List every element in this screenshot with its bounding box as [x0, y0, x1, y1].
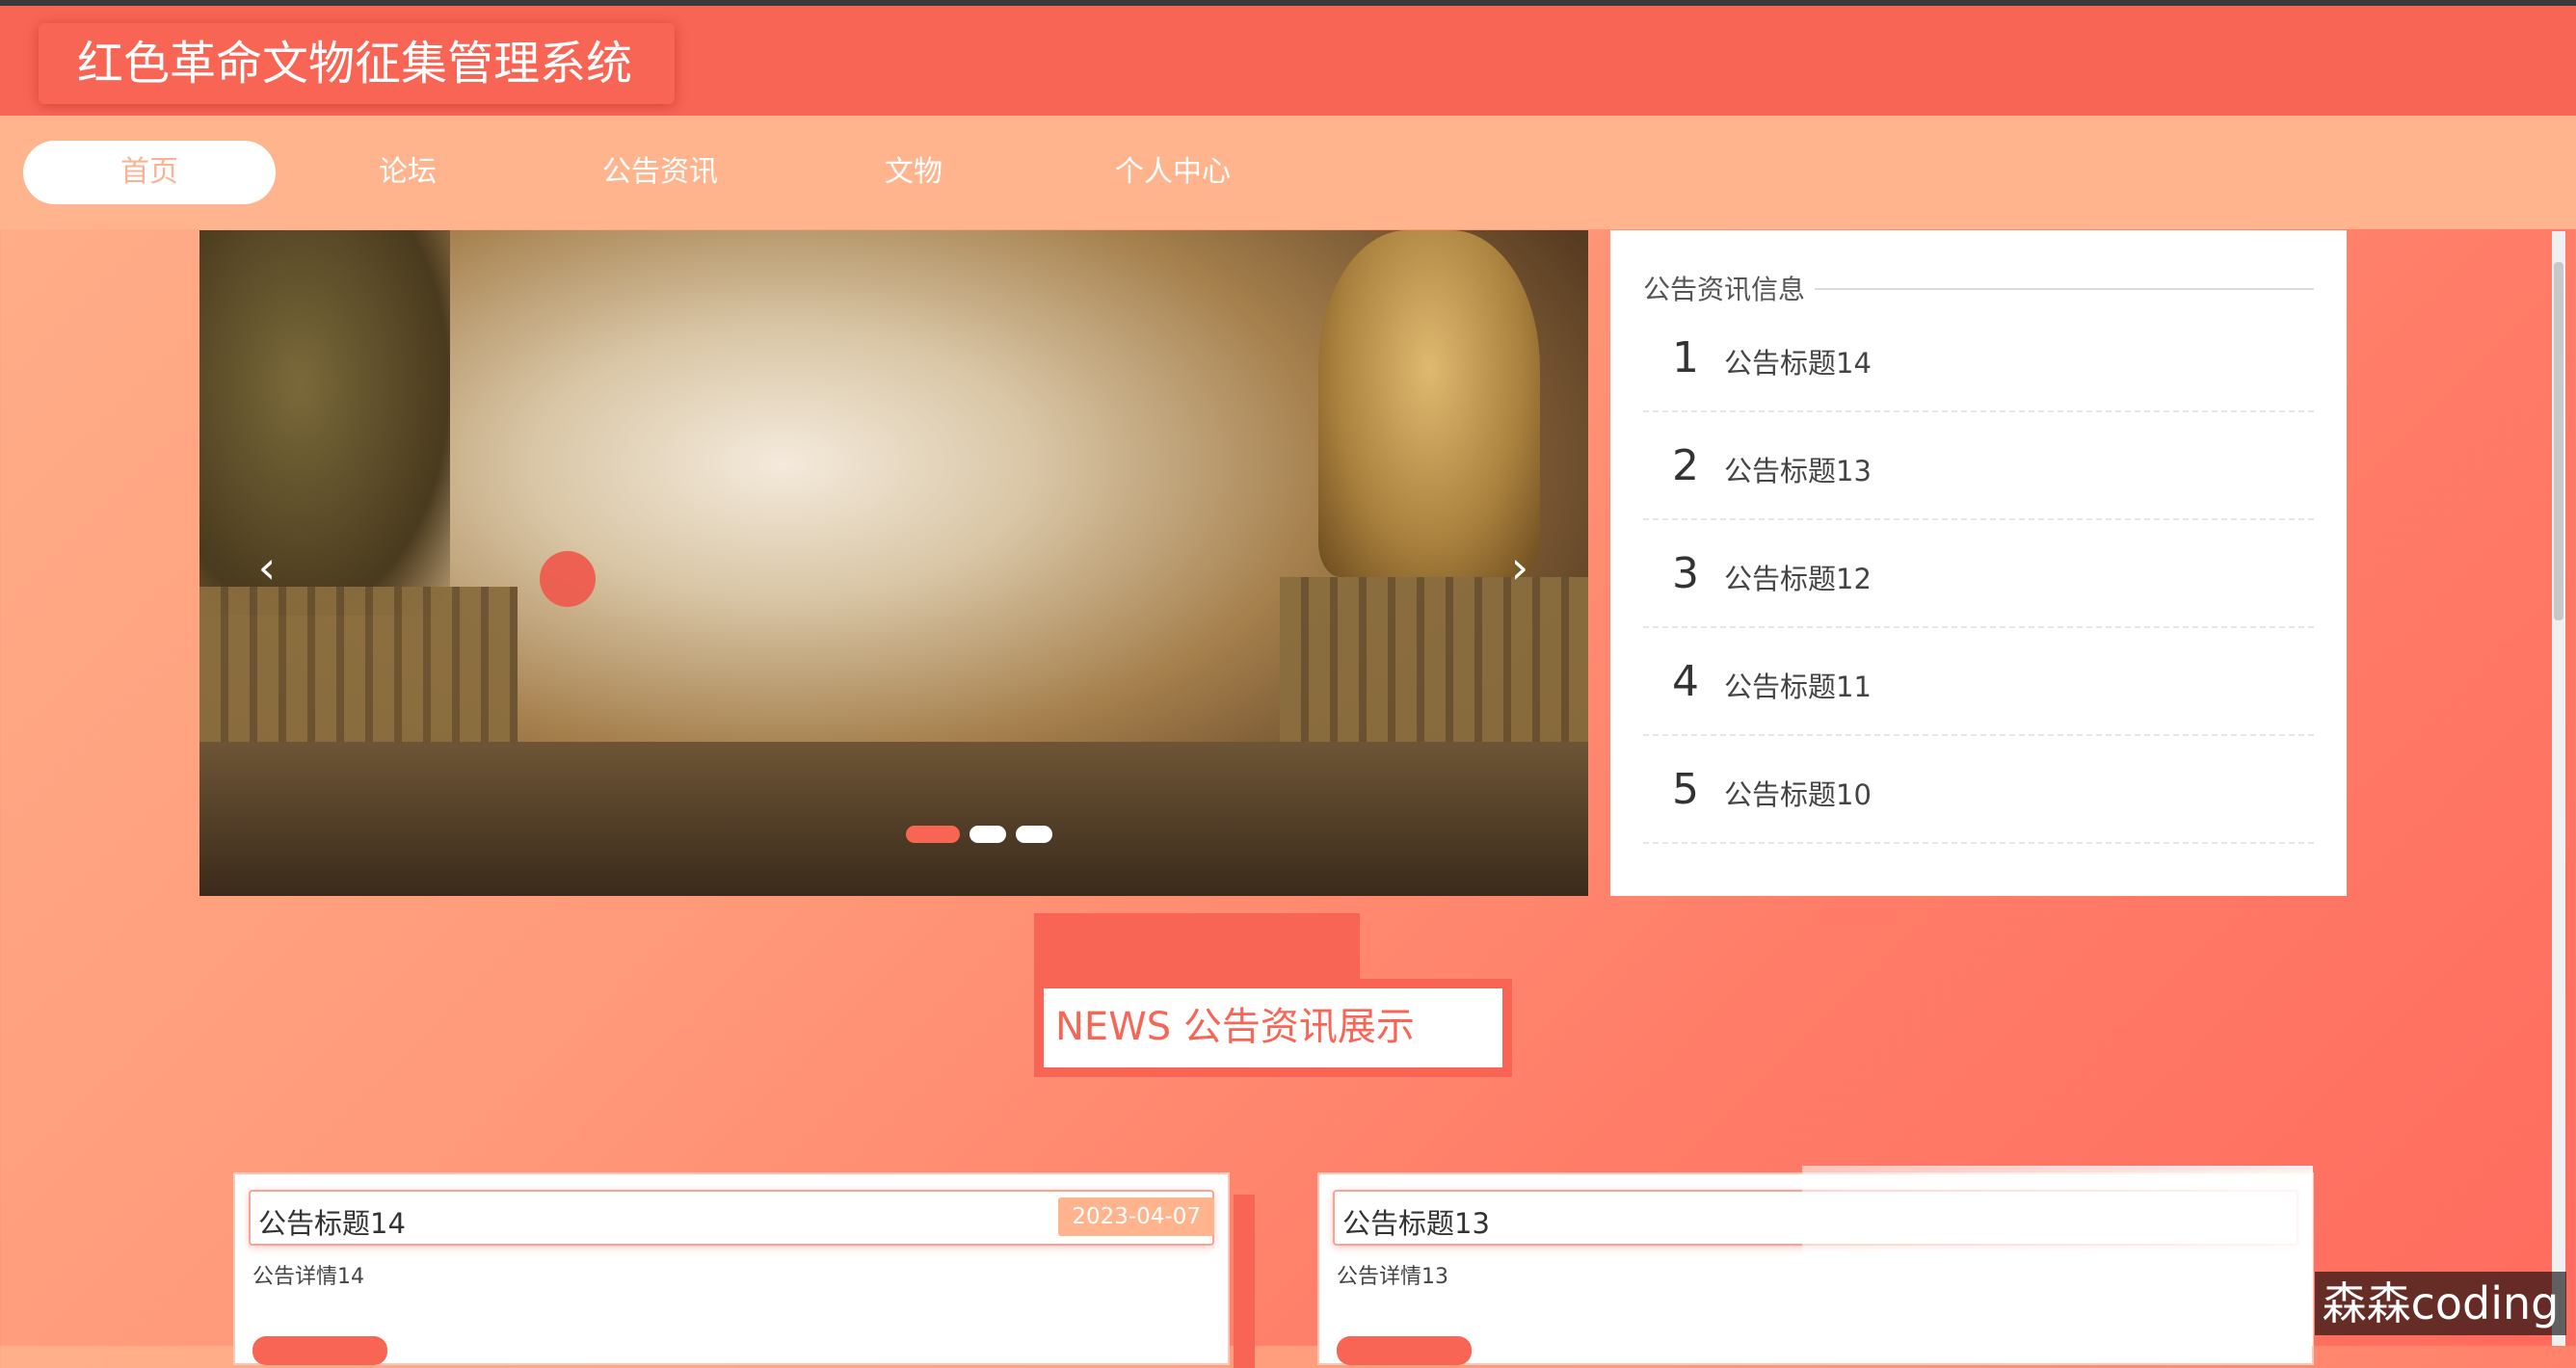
- notice-item-number: 5: [1672, 765, 1699, 814]
- notice-panel-title: 公告资讯信息: [1643, 269, 1816, 307]
- carousel-dot-3[interactable]: [1016, 826, 1052, 843]
- notice-item-number: 3: [1672, 549, 1699, 598]
- banner-image-trees: [199, 230, 450, 616]
- carousel-dot-1[interactable]: [906, 826, 960, 843]
- mouse-cursor-highlight: [540, 551, 596, 607]
- news-card-title[interactable]: 公告标题13: [1342, 1201, 1490, 1242]
- news-card-detail: 公告详情13: [1337, 1265, 1448, 1289]
- notice-item[interactable]: 3 公告标题12: [1643, 518, 2314, 628]
- notice-panel: 公告资讯信息 1 公告标题14 2 公告标题13 3 公告标题12 4 公告标题…: [1610, 230, 2347, 896]
- nav-home[interactable]: 首页: [23, 141, 276, 204]
- news-card-date: 2023-04-07: [1058, 1197, 1214, 1236]
- scrollbar-thumb[interactable]: [2554, 262, 2563, 620]
- header-bar: 红色革命文物征集管理系统: [0, 6, 2576, 116]
- nav-relics[interactable]: 文物: [787, 141, 1040, 204]
- notice-item-title[interactable]: 公告标题12: [1724, 557, 1872, 597]
- banner-image-statue: [1318, 230, 1540, 577]
- banner-image-ground: [199, 742, 1588, 896]
- nav-announcements[interactable]: 公告资讯: [534, 141, 786, 204]
- carousel-indicators: [906, 826, 1062, 845]
- notice-item[interactable]: 4 公告标题11: [1643, 626, 2314, 736]
- news-card-title[interactable]: 公告标题14: [258, 1201, 406, 1242]
- notice-item-number: 1: [1672, 333, 1699, 382]
- news-card[interactable]: 公告标题14 2023-04-07 公告详情14: [233, 1172, 1230, 1365]
- nav-profile[interactable]: 个人中心: [1047, 141, 1299, 204]
- notice-item-title[interactable]: 公告标题11: [1724, 665, 1872, 705]
- news-card-tag[interactable]: [252, 1336, 387, 1365]
- carousel-prev-icon[interactable]: ‹: [238, 539, 296, 596]
- notice-item-number: 4: [1672, 657, 1699, 706]
- news-card-detail: 公告详情14: [252, 1265, 364, 1289]
- overlay-blur: [1802, 1166, 2313, 1346]
- notice-item[interactable]: 2 公告标题13: [1643, 410, 2314, 520]
- nav-forum[interactable]: 论坛: [281, 141, 534, 204]
- notice-item-title[interactable]: 公告标题10: [1724, 773, 1872, 813]
- notice-item[interactable]: 1 公告标题14: [1643, 303, 2314, 412]
- notice-item[interactable]: 5 公告标题10: [1643, 734, 2314, 844]
- card-edge-decoration: [1234, 1195, 1255, 1368]
- news-heading-decoration: [1034, 913, 1360, 979]
- banner-carousel[interactable]: ‹ ›: [199, 230, 1588, 896]
- site-title: 红色革命文物征集管理系统: [39, 23, 675, 104]
- news-card-title-bar: 公告标题14 2023-04-07: [249, 1190, 1214, 1246]
- notice-item-number: 2: [1672, 441, 1699, 490]
- carousel-next-icon[interactable]: ›: [1491, 539, 1549, 596]
- notice-item-title[interactable]: 公告标题14: [1724, 341, 1872, 381]
- watermark: 森森coding: [2315, 1272, 2566, 1335]
- main-nav: 首页 论坛 公告资讯 文物 个人中心: [0, 116, 2576, 229]
- news-section-heading: NEWS 公告资讯展示: [1034, 979, 1512, 1077]
- carousel-dot-2[interactable]: [969, 826, 1006, 843]
- notice-item-title[interactable]: 公告标题13: [1724, 449, 1872, 489]
- news-card-tag[interactable]: [1337, 1336, 1472, 1365]
